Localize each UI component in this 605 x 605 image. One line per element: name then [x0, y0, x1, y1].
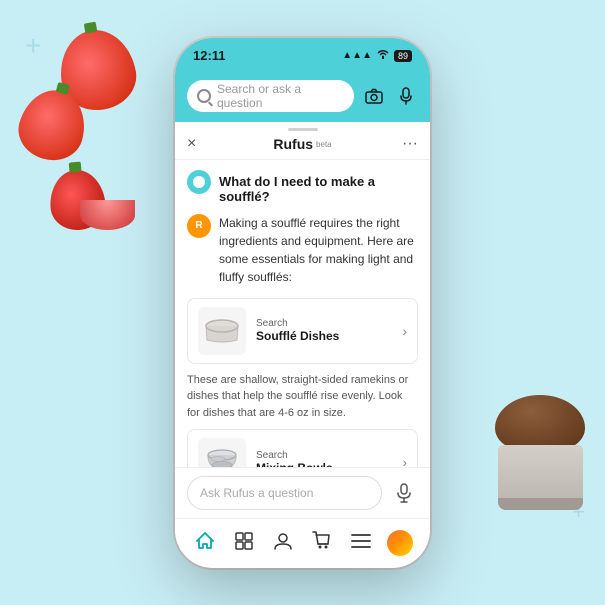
- more-options-button[interactable]: ···: [402, 135, 418, 153]
- product-1-info: Search Soufflé Dishes: [256, 318, 402, 343]
- nav-item-cart[interactable]: [303, 519, 342, 568]
- profile-circle: [387, 530, 413, 556]
- souffle-decoration: [485, 395, 595, 525]
- souffle-top: [495, 395, 585, 450]
- strawberry-half: [80, 200, 135, 230]
- search-input-area[interactable]: Search or ask a question: [187, 80, 354, 112]
- user-avatar: [187, 170, 211, 194]
- ai-message: R Making a soufflé requires the right in…: [187, 214, 418, 286]
- camera-icon[interactable]: [362, 84, 386, 108]
- chat-content: What do I need to make a soufflé? R Maki…: [175, 160, 430, 467]
- nav-item-all[interactable]: [342, 519, 381, 568]
- search-bar-icons: [362, 84, 418, 108]
- product-1-description: These are shallow, straight-sided rameki…: [187, 372, 418, 422]
- user-message: What do I need to make a soufflé?: [187, 170, 418, 204]
- status-icons: ▲▲▲ 89: [342, 49, 412, 62]
- ai-intro-text: Making a soufflé requires the right ingr…: [219, 214, 418, 286]
- status-time: 12:11: [193, 48, 226, 63]
- rufus-header: × Rufus beta ···: [175, 122, 430, 160]
- product-1-search-label: Search: [256, 318, 402, 329]
- nav-item-account[interactable]: [263, 519, 302, 568]
- rufus-avatar: R: [187, 214, 211, 238]
- product-card-souffle-dishes[interactable]: Search Soufflé Dishes ›: [187, 298, 418, 364]
- souffle-body: [498, 445, 583, 510]
- close-button[interactable]: ×: [187, 135, 196, 153]
- battery-icon: 89: [394, 50, 412, 62]
- search-placeholder: Search or ask a question: [217, 82, 344, 110]
- product-2-search-label: Search: [256, 450, 402, 461]
- mixing-bowl-image: [198, 438, 246, 467]
- nav-item-home[interactable]: [185, 519, 224, 568]
- user-question: What do I need to make a soufflé?: [219, 170, 418, 204]
- strawberry-decoration: [10, 30, 165, 250]
- account-icon: [273, 531, 293, 556]
- product-2-info: Search Mixing Bowls: [256, 450, 402, 467]
- rufus-title: Rufus: [273, 136, 313, 152]
- ask-input-box[interactable]: Ask Rufus a question: [187, 476, 382, 510]
- hamburger-icon: [351, 533, 371, 554]
- product-2-chevron: ›: [402, 454, 407, 467]
- product-1-name: Soufflé Dishes: [256, 329, 402, 343]
- wifi-icon: [376, 49, 390, 62]
- profile-icon: [387, 530, 413, 556]
- cart-icon: [312, 531, 332, 556]
- ask-placeholder: Ask Rufus a question: [200, 486, 313, 500]
- souffle-dish-image: [198, 307, 246, 355]
- bottom-nav: [175, 518, 430, 568]
- product-1-chevron: ›: [402, 323, 407, 339]
- nav-item-menu[interactable]: [224, 519, 263, 568]
- tiles-icon: [234, 531, 254, 556]
- drag-handle: [288, 128, 318, 131]
- product-card-mixing-bowls[interactable]: Search Mixing Bowls ›: [187, 429, 418, 467]
- ask-mic-button[interactable]: [390, 479, 418, 507]
- amazon-search-bar: Search or ask a question: [175, 74, 430, 122]
- user-avatar-inner: [193, 176, 205, 188]
- nav-item-profile[interactable]: [381, 519, 420, 568]
- ask-input-area: Ask Rufus a question: [175, 467, 430, 518]
- status-bar: 12:11 ▲▲▲ 89: [175, 38, 430, 74]
- beta-badge: beta: [316, 140, 332, 149]
- rufus-title-group: Rufus beta: [273, 136, 331, 152]
- signal-icon: ▲▲▲: [342, 50, 372, 61]
- home-icon: [195, 531, 215, 556]
- phone-frame: 12:11 ▲▲▲ 89 Search or ask a question: [175, 38, 430, 568]
- microphone-icon[interactable]: [394, 84, 418, 108]
- search-icon: [197, 89, 211, 103]
